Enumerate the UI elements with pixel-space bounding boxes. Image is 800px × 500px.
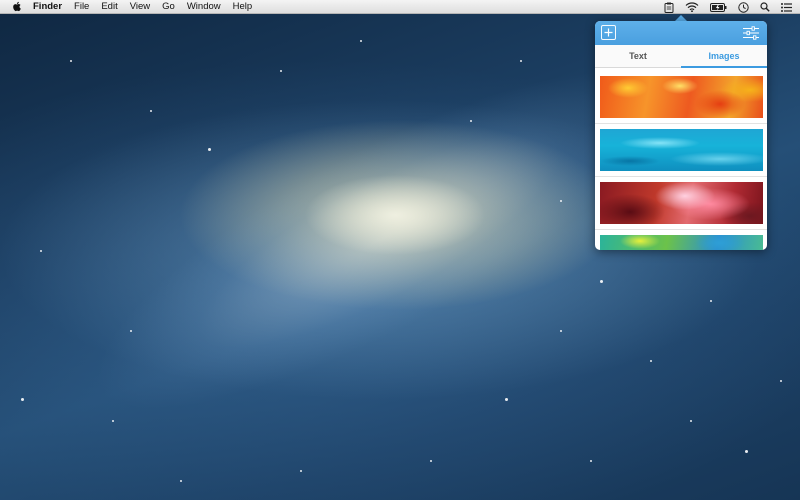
menu-view[interactable]: View xyxy=(130,0,150,14)
star xyxy=(150,110,152,112)
popover-tabs: Text Images xyxy=(595,45,767,68)
image-item[interactable] xyxy=(600,76,763,118)
star xyxy=(690,420,692,422)
star xyxy=(430,460,432,462)
star xyxy=(360,40,362,42)
star xyxy=(520,60,522,62)
star xyxy=(745,450,748,453)
star xyxy=(470,120,472,122)
notification-center-icon[interactable] xyxy=(781,2,792,12)
time-machine-icon[interactable] xyxy=(738,1,749,13)
popover-header xyxy=(595,21,767,45)
image-list[interactable] xyxy=(595,68,767,250)
add-button[interactable] xyxy=(601,25,616,40)
menu-app-name[interactable]: Finder xyxy=(33,0,62,14)
spotlight-search-icon[interactable] xyxy=(760,2,770,12)
tab-text[interactable]: Text xyxy=(595,45,681,67)
star xyxy=(780,380,782,382)
menu-bar: Finder File Edit View Go Window Help xyxy=(0,0,800,14)
list-separator xyxy=(595,229,767,230)
image-item[interactable] xyxy=(600,235,763,250)
star xyxy=(180,480,182,482)
wifi-icon[interactable] xyxy=(685,2,699,12)
clipboard-icon[interactable] xyxy=(664,2,674,13)
menu-help[interactable]: Help xyxy=(233,0,253,14)
status-area xyxy=(664,0,792,14)
clipboard-popover: Text Images xyxy=(595,21,767,250)
star xyxy=(208,148,211,151)
battery-icon[interactable] xyxy=(710,2,727,12)
star xyxy=(600,280,603,283)
list-separator xyxy=(595,123,767,124)
menu-edit[interactable]: Edit xyxy=(101,0,117,14)
star xyxy=(560,330,562,332)
menu-window[interactable]: Window xyxy=(187,0,221,14)
star xyxy=(280,70,282,72)
star xyxy=(40,250,42,252)
star xyxy=(112,420,114,422)
star xyxy=(505,398,508,401)
star xyxy=(560,200,562,202)
menu-go[interactable]: Go xyxy=(162,0,175,14)
star xyxy=(300,470,302,472)
star xyxy=(650,360,652,362)
star xyxy=(70,60,72,62)
star xyxy=(21,398,24,401)
menu-file[interactable]: File xyxy=(74,0,89,14)
star xyxy=(130,330,132,332)
star xyxy=(710,300,712,302)
image-item[interactable] xyxy=(600,182,763,224)
star xyxy=(590,460,592,462)
image-item[interactable] xyxy=(600,129,763,171)
plus-icon xyxy=(604,28,613,37)
list-separator xyxy=(595,176,767,177)
settings-sliders-icon[interactable] xyxy=(743,26,759,40)
apple-logo-icon[interactable] xyxy=(12,1,23,12)
tab-images[interactable]: Images xyxy=(681,45,767,67)
